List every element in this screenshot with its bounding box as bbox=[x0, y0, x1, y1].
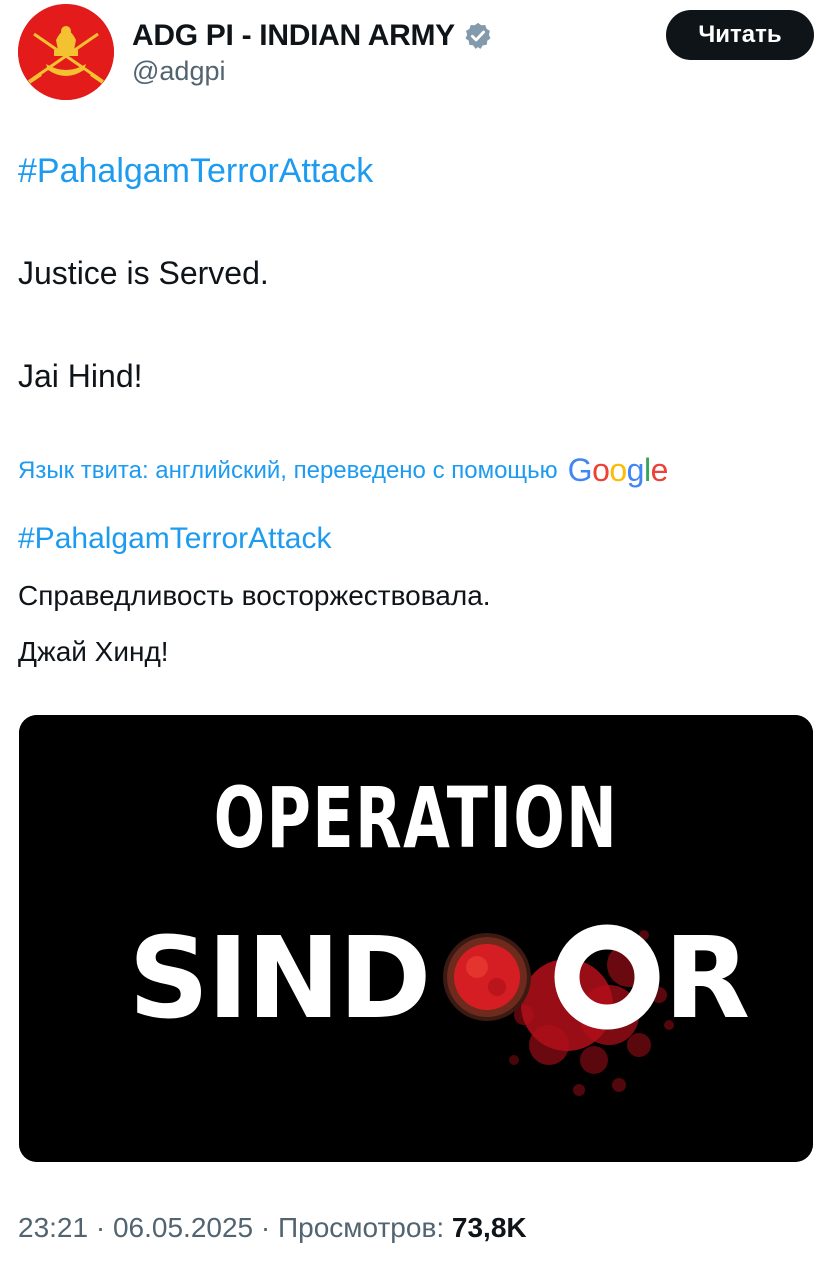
display-name[interactable]: ADG PI - INDIAN ARMY bbox=[132, 19, 455, 53]
google-logo: Google bbox=[567, 452, 669, 488]
translated-text-line: Джай Хинд! bbox=[18, 636, 169, 667]
tweet-media-image[interactable]: OPERATION SIND R bbox=[19, 715, 813, 1162]
media-title-operation: OPERATION bbox=[214, 770, 618, 868]
translation-note-text: Язык твита: английский, переведено с пом… bbox=[18, 456, 558, 484]
meta-separator: · bbox=[95, 1212, 106, 1243]
user-handle[interactable]: @adgpi bbox=[132, 56, 225, 87]
tweet-header: ADG PI - INDIAN ARMY @adgpi Читать bbox=[18, 4, 818, 104]
name-row: ADG PI - INDIAN ARMY bbox=[132, 16, 493, 56]
sindoor-bowl-icon bbox=[443, 933, 531, 1021]
views-count[interactable]: 73,8K bbox=[452, 1212, 527, 1243]
translation-note[interactable]: Язык твита: английский, переведено с пом… bbox=[18, 452, 668, 489]
views-label: Просмотров: bbox=[278, 1212, 445, 1243]
avatar[interactable] bbox=[18, 4, 114, 100]
tweet-meta: 23:21 · 06.05.2025 · Просмотров: 73,8K bbox=[18, 1212, 527, 1244]
translated-text-line: Справедливость восторжествовала. bbox=[18, 580, 491, 611]
tweet-date[interactable]: 06.05.2025 bbox=[113, 1212, 253, 1243]
meta-separator: · bbox=[260, 1212, 271, 1243]
tweet-text-line: Jai Hind! bbox=[18, 358, 143, 394]
verified-badge-icon[interactable] bbox=[463, 21, 493, 51]
hashtag-link[interactable]: #PahalgamTerrorAttack bbox=[18, 152, 373, 191]
translated-hashtag-link[interactable]: #PahalgamTerrorAttack bbox=[18, 522, 331, 556]
media-title-or: R bbox=[664, 914, 750, 1044]
tweet-time[interactable]: 23:21 bbox=[18, 1212, 88, 1243]
indian-army-emblem-icon bbox=[18, 4, 114, 100]
tweet-text-line: Justice is Served. bbox=[18, 255, 269, 291]
follow-button[interactable]: Читать bbox=[666, 10, 814, 60]
media-title-sind: SIND bbox=[128, 914, 429, 1044]
